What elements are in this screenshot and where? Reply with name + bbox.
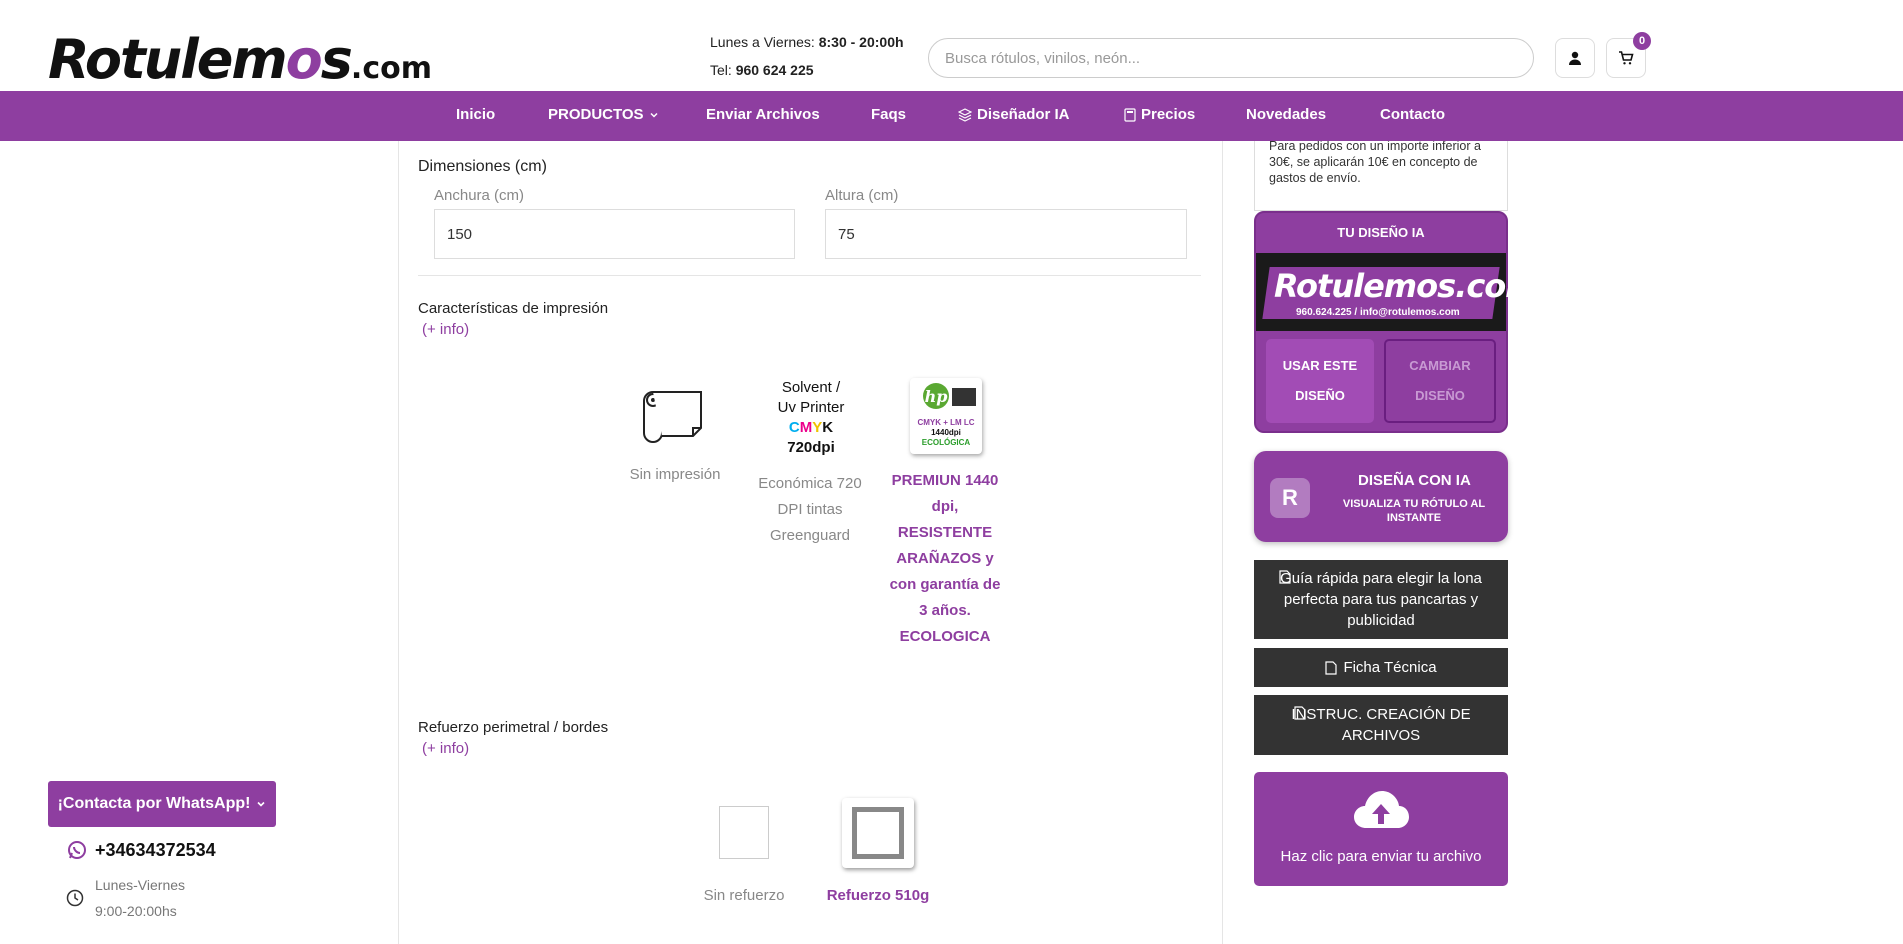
phone-number[interactable]: Tel: 960 624 225	[710, 62, 814, 78]
pdf-icon	[1325, 660, 1338, 675]
upload-panel[interactable]: Haz clic para enviar tu archivo	[1254, 772, 1508, 886]
pdf-icon	[1294, 706, 1306, 720]
solvent-printer-image[interactable]: Solvent / Uv Printer CMYK 720dpi	[770, 378, 852, 456]
upload-label: Haz clic para enviar tu archivo	[1280, 848, 1482, 865]
nav-faqs[interactable]: Faqs	[871, 106, 906, 123]
roll-icon[interactable]	[640, 388, 706, 448]
ai-design-banner[interactable]: R DISEÑA CON IA VISUALIZA TU RÓTULO AL I…	[1254, 451, 1508, 542]
hp-latex-image[interactable]: hp CMYK + LM LC 1440dpi ECOLÓGICA	[910, 378, 982, 454]
site-logo[interactable]: Rotulemos.com	[48, 28, 432, 91]
option-premium[interactable]: PREMIUN 1440 dpi, RESISTENTE ARAÑAZOS y …	[886, 468, 1004, 650]
ai-banner-subtitle: VISUALIZA TU RÓTULO AL INSTANTE	[1342, 498, 1486, 524]
option-sin-refuerzo[interactable]: Sin refuerzo	[694, 883, 794, 909]
account-button[interactable]	[1555, 38, 1595, 78]
instructions-button[interactable]: INSTRUC. CREACIÓN DE ARCHIVOS	[1254, 695, 1508, 755]
nav-contacto[interactable]: Contacto	[1380, 106, 1445, 123]
width-input[interactable]: 150	[434, 209, 795, 259]
dimensions-title: Dimensiones (cm)	[418, 158, 547, 175]
site-header: Rotulemos.com Lunes a Viernes: 8:30 - 20…	[0, 0, 1903, 91]
ai-banner-title: DISEÑA CON IA	[1358, 472, 1471, 489]
nav-precios[interactable]: Precios	[1124, 106, 1195, 123]
svg-text:hp: hp	[925, 387, 948, 406]
business-hours: Lunes a Viernes: 8:30 - 20:00h	[710, 34, 904, 50]
cart-count-badge: 0	[1633, 32, 1651, 50]
nav-productos[interactable]: PRODUCTOS	[548, 106, 659, 123]
height-label: Altura (cm)	[825, 187, 899, 204]
instructions-label: INSTRUC. CREACIÓN DE ARCHIVOS	[1291, 706, 1471, 744]
pdf-icon	[1279, 570, 1291, 584]
nav-inicio[interactable]: Inicio	[456, 106, 495, 123]
use-design-button[interactable]: USAR ESTE DISEÑO	[1266, 339, 1374, 423]
ai-design-panel: TU DISEÑO IA Rotulemos.com 960.624.225 /…	[1254, 211, 1539, 433]
shipping-note: Para pedidos con un importe inferior a 3…	[1254, 141, 1508, 211]
print-title: Características de impresión	[418, 300, 609, 317]
whatsapp-button[interactable]: ¡Contacta por WhatsApp!	[48, 781, 276, 827]
nav-novedades[interactable]: Novedades	[1246, 106, 1326, 123]
layers-icon	[958, 107, 972, 122]
main-nav: Inicio PRODUCTOS Enviar Archivos Faqs Di…	[0, 91, 1903, 141]
user-icon	[1569, 51, 1581, 65]
clock-icon	[66, 889, 84, 907]
height-input[interactable]: 75	[825, 209, 1187, 259]
change-design-button[interactable]: CAMBIAR DISEÑO	[1384, 339, 1496, 423]
reinforcement-title: Refuerzo perimetral / bordes	[418, 719, 609, 736]
guide-button-label: Guía rápida para elegir la lona perfecta…	[1280, 570, 1482, 629]
whatsapp-icon	[68, 841, 86, 859]
cloud-upload-icon	[1354, 791, 1409, 828]
option-refuerzo-510g[interactable]: Refuerzo 510g	[818, 883, 938, 909]
print-info-link[interactable]: (+ info)	[422, 321, 469, 338]
whatsapp-hours: 9:00-20:00hs	[95, 903, 177, 919]
column-divider	[398, 141, 399, 944]
calculator-icon	[1124, 107, 1136, 122]
whatsapp-phone[interactable]: +34634372534	[95, 840, 216, 861]
chevron-down-icon	[650, 112, 658, 118]
nav-enviar-archivos[interactable]: Enviar Archivos	[706, 106, 820, 123]
option-economica[interactable]: Económica 720 DPI tintas Greenguard	[750, 471, 870, 549]
nav-disenador-ia[interactable]: Diseñador IA	[958, 106, 1070, 123]
whatsapp-days: Lunes-Viernes	[95, 877, 186, 893]
datasheet-button[interactable]: Ficha Técnica	[1254, 648, 1508, 687]
width-label: Anchura (cm)	[434, 187, 525, 204]
ai-design-title: TU DISEÑO IA	[1337, 225, 1425, 240]
ai-design-preview: Rotulemos.com 960.624.225 / info@rotulem…	[1256, 253, 1539, 331]
divider	[418, 275, 1201, 276]
datasheet-label: Ficha Técnica	[1343, 659, 1437, 676]
reinforcement-info-link[interactable]: (+ info)	[422, 740, 469, 757]
search-input[interactable]: Busca rótulos, vinilos, neón...	[928, 38, 1534, 78]
option-sin-impresion[interactable]: Sin impresión	[610, 462, 740, 488]
cart-icon	[1619, 51, 1634, 65]
ai-logo-icon: R	[1270, 478, 1310, 518]
no-reinforcement-swatch[interactable]	[719, 806, 769, 859]
column-divider	[1222, 141, 1223, 944]
guide-button[interactable]: Guía rápida para elegir la lona perfecta…	[1254, 560, 1508, 639]
chevron-down-icon	[257, 801, 266, 807]
reinforcement-510g-swatch[interactable]	[842, 798, 914, 868]
